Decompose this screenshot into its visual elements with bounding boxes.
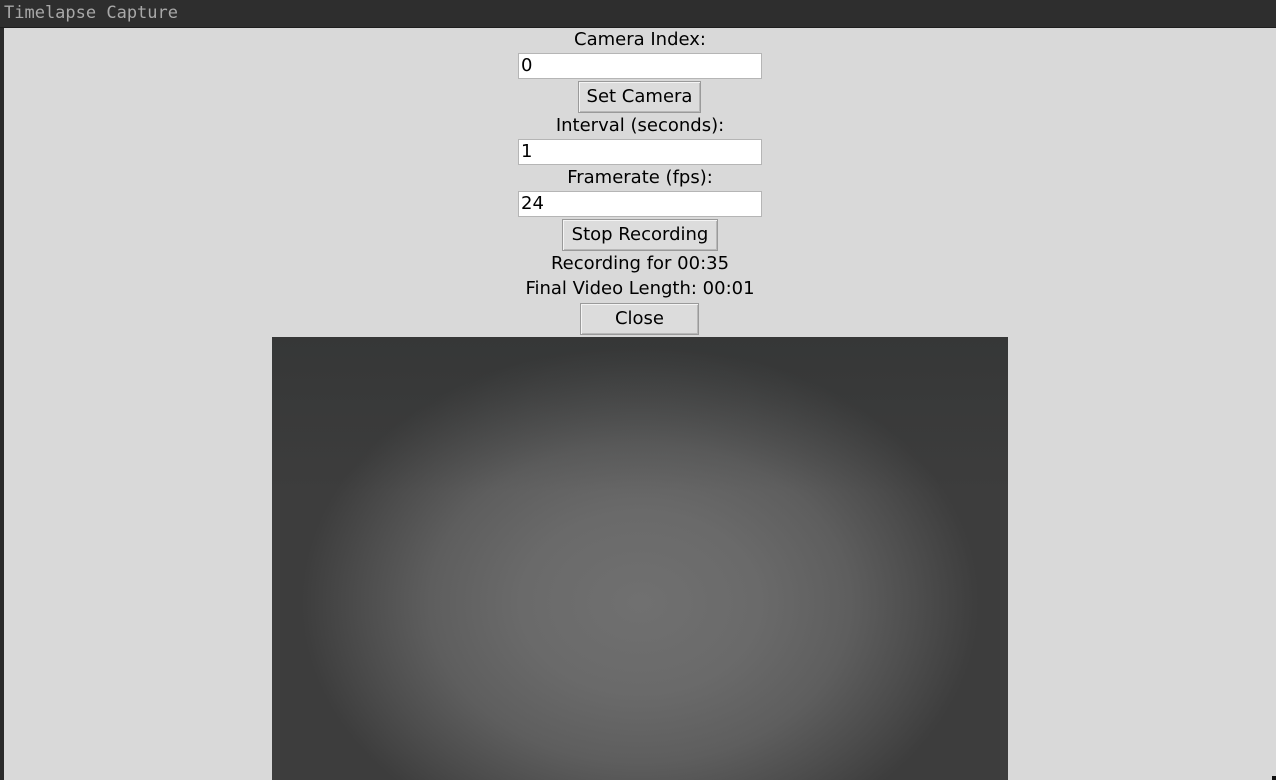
camera-preview (272, 337, 1008, 780)
framerate-label: Framerate (fps): (567, 167, 713, 188)
stop-recording-button[interactable]: Stop Recording (562, 219, 718, 251)
camera-preview-shading (272, 337, 1008, 780)
framerate-input[interactable]: 24 (518, 191, 762, 217)
window-titlebar[interactable]: Timelapse Capture (0, 0, 1276, 28)
close-button[interactable]: Close (580, 303, 699, 335)
final-video-length: Final Video Length: 00:01 (525, 278, 755, 299)
camera-index-input[interactable]: 0 (518, 53, 762, 79)
app-window-content: Camera Index: 0 Set Camera Interval (sec… (4, 28, 1276, 780)
recording-status: Recording for 00:35 (550, 253, 730, 274)
window-title: Timelapse Capture (4, 3, 178, 23)
resize-grip-icon[interactable] (1272, 776, 1276, 780)
camera-index-label: Camera Index: (574, 29, 706, 50)
set-camera-button[interactable]: Set Camera (578, 81, 701, 113)
interval-input[interactable]: 1 (518, 139, 762, 165)
interval-label: Interval (seconds): (555, 115, 725, 136)
